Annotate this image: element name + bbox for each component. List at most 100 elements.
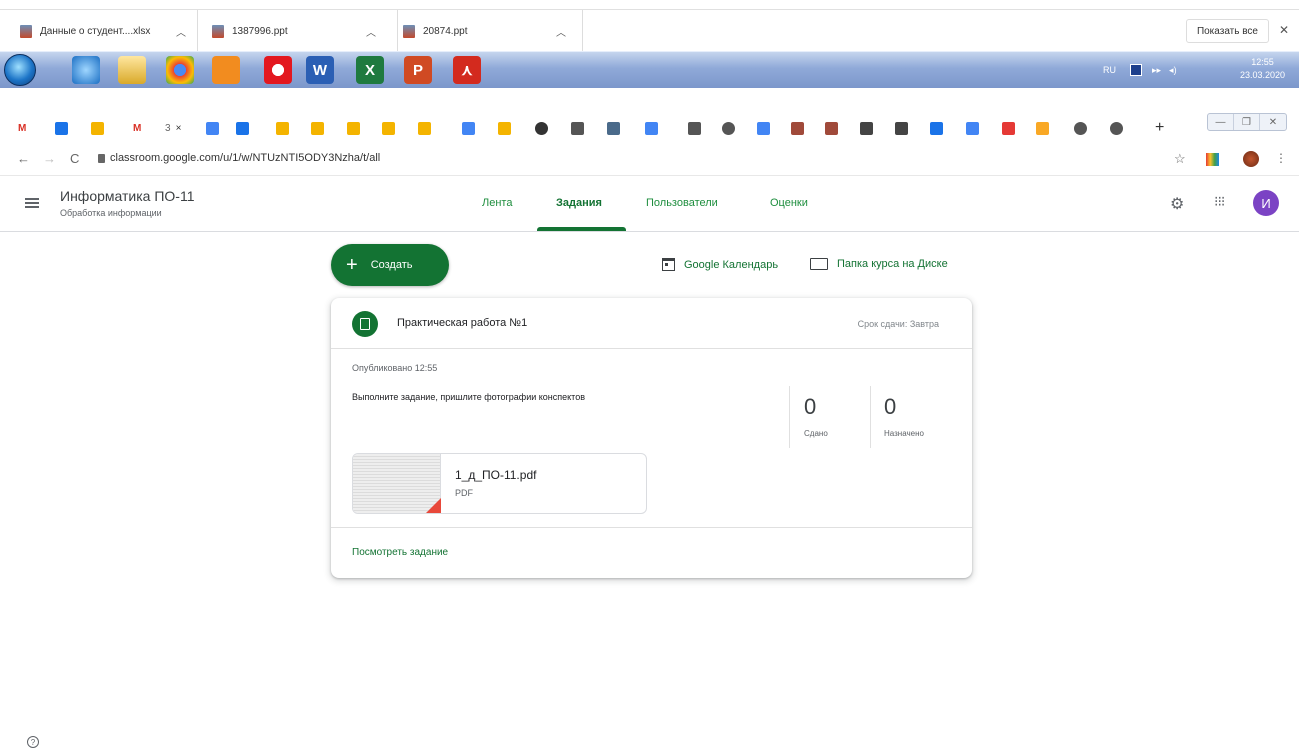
- browser-tab-active[interactable]: 3 ×: [165, 119, 199, 137]
- browser-tab[interactable]: [311, 119, 331, 137]
- download-item[interactable]: 20874.ppt ︿: [403, 10, 583, 52]
- browser-tab[interactable]: [757, 119, 777, 137]
- explorer-icon[interactable]: [118, 56, 146, 84]
- tab-favicon-icon: [688, 121, 701, 135]
- language-indicator[interactable]: RU: [1103, 65, 1116, 75]
- google-calendar-link[interactable]: Google Календарь: [662, 258, 778, 271]
- tab-stream[interactable]: Лента: [482, 197, 512, 209]
- download-item[interactable]: 1387996.ppt ︿: [212, 10, 398, 52]
- show-all-downloads-button[interactable]: Показать все: [1185, 19, 1269, 43]
- browser-tab[interactable]: [535, 119, 555, 137]
- browser-tab[interactable]: [55, 119, 75, 137]
- address-bar[interactable]: classroom.google.com/u/1/w/NTUzNTI5ODY3N…: [110, 152, 380, 164]
- ppt-file-icon: [212, 24, 224, 38]
- google-calendar-label: Google Календарь: [684, 258, 779, 271]
- close-window-icon[interactable]: ✕: [1260, 114, 1286, 130]
- new-tab-button[interactable]: +: [1155, 119, 1175, 137]
- plus-icon: +: [346, 254, 358, 276]
- browser-tab[interactable]: М: [133, 119, 153, 137]
- browser-tab[interactable]: [91, 119, 111, 137]
- ie-icon[interactable]: [72, 56, 100, 84]
- tray-app-icon[interactable]: [1130, 64, 1142, 76]
- browser-tab[interactable]: [276, 119, 296, 137]
- browser-tab[interactable]: [462, 119, 482, 137]
- ppt-file-icon: [403, 24, 415, 38]
- browser-tab[interactable]: [418, 119, 438, 137]
- more-menu-icon[interactable]: ⋮: [1275, 151, 1287, 165]
- view-assignment-link[interactable]: Посмотреть задание: [352, 547, 448, 558]
- tab-favicon-icon: [860, 121, 873, 135]
- browser-tab[interactable]: [1002, 119, 1022, 137]
- folder-icon: [810, 258, 828, 270]
- reload-icon[interactable]: C: [70, 151, 79, 166]
- avatar[interactable]: И: [1253, 190, 1279, 216]
- course-title[interactable]: Информатика ПО-11: [60, 188, 194, 204]
- assignment-card-header[interactable]: Практическая работа №1 Срок сдачи: Завтр…: [331, 298, 972, 349]
- browser-tab[interactable]: [498, 119, 518, 137]
- minimize-icon[interactable]: —: [1208, 114, 1234, 130]
- attachment-file-name: 1_д_ПО-11.pdf: [455, 468, 537, 482]
- close-tab-icon[interactable]: ×: [176, 123, 182, 134]
- help-icon[interactable]: ?: [27, 736, 39, 748]
- browser-tab[interactable]: [1110, 119, 1130, 137]
- attachment-file-type: PDF: [455, 488, 473, 498]
- word-icon[interactable]: W: [306, 56, 334, 84]
- browser-tab[interactable]: [607, 119, 627, 137]
- tab-favicon-icon: [91, 121, 104, 135]
- forward-icon[interactable]: →: [43, 151, 56, 166]
- apps-grid-icon[interactable]: ⁝⁝⁝: [1214, 193, 1225, 210]
- player-icon[interactable]: [212, 56, 240, 84]
- browser-tab[interactable]: [645, 119, 665, 137]
- browser-tab[interactable]: [206, 119, 226, 137]
- assignment-instructions: Выполните задание, пришлите фотографии к…: [352, 392, 585, 402]
- browser-tab[interactable]: [688, 119, 708, 137]
- gear-icon[interactable]: ⚙: [1170, 194, 1184, 214]
- tab-favicon-icon: [1002, 121, 1015, 135]
- browser-tab[interactable]: [236, 119, 256, 137]
- chevron-up-icon[interactable]: ︿: [176, 24, 186, 39]
- browser-tab[interactable]: [382, 119, 402, 137]
- stat-assigned[interactable]: 0 Назначено: [870, 386, 950, 448]
- tab-favicon-icon: [791, 121, 804, 135]
- browser-tab[interactable]: М: [18, 119, 38, 137]
- download-item[interactable]: Данные о студент....xlsx ︿: [20, 10, 198, 52]
- stat-turned-in[interactable]: 0 Сдано: [790, 386, 870, 448]
- excel-icon[interactable]: X: [356, 56, 384, 84]
- pdf-attachment[interactable]: 1_д_ПО-11.pdf PDF: [352, 453, 647, 514]
- browser-tab[interactable]: [860, 119, 880, 137]
- tab-grades[interactable]: Оценки: [770, 197, 808, 209]
- browser-tab[interactable]: [722, 119, 742, 137]
- browser-tab[interactable]: [1036, 119, 1056, 137]
- chevron-up-icon[interactable]: ︿: [366, 24, 376, 39]
- start-button[interactable]: [4, 54, 36, 86]
- browser-tab[interactable]: [966, 119, 986, 137]
- browser-tab[interactable]: [571, 119, 591, 137]
- bookmark-star-icon[interactable]: ☆: [1174, 151, 1186, 167]
- powerpoint-icon[interactable]: P: [404, 56, 432, 84]
- hamburger-menu-icon[interactable]: [25, 198, 39, 208]
- volume-icon[interactable]: ◂): [1169, 65, 1177, 76]
- opera-icon[interactable]: [264, 56, 292, 84]
- tab-favicon-icon: [966, 121, 979, 135]
- restore-icon[interactable]: ❐: [1234, 114, 1260, 130]
- tab-people[interactable]: Пользователи: [646, 197, 718, 209]
- browser-tab[interactable]: [895, 119, 915, 137]
- back-icon[interactable]: ←: [17, 151, 30, 166]
- chevron-up-icon[interactable]: ︿: [556, 24, 566, 39]
- chrome-icon[interactable]: [166, 56, 194, 84]
- tab-classwork[interactable]: Задания: [556, 197, 602, 209]
- create-button[interactable]: + Создать: [331, 244, 449, 286]
- close-icon[interactable]: ✕: [1279, 23, 1289, 37]
- browser-tab[interactable]: [930, 119, 950, 137]
- profile-avatar[interactable]: [1243, 151, 1259, 167]
- network-icon[interactable]: ▸▸: [1152, 65, 1161, 76]
- drive-folder-link[interactable]: Папка курса на Диске: [810, 258, 948, 270]
- extension-icon[interactable]: [1206, 153, 1219, 166]
- clock[interactable]: 12:55 23.03.2020: [1240, 56, 1285, 82]
- browser-tab[interactable]: [825, 119, 845, 137]
- browser-tab[interactable]: [1074, 119, 1094, 137]
- browser-tab[interactable]: [347, 119, 367, 137]
- browser-tab[interactable]: [791, 119, 811, 137]
- lock-icon[interactable]: [98, 154, 105, 163]
- acrobat-icon[interactable]: ⋏: [453, 56, 481, 84]
